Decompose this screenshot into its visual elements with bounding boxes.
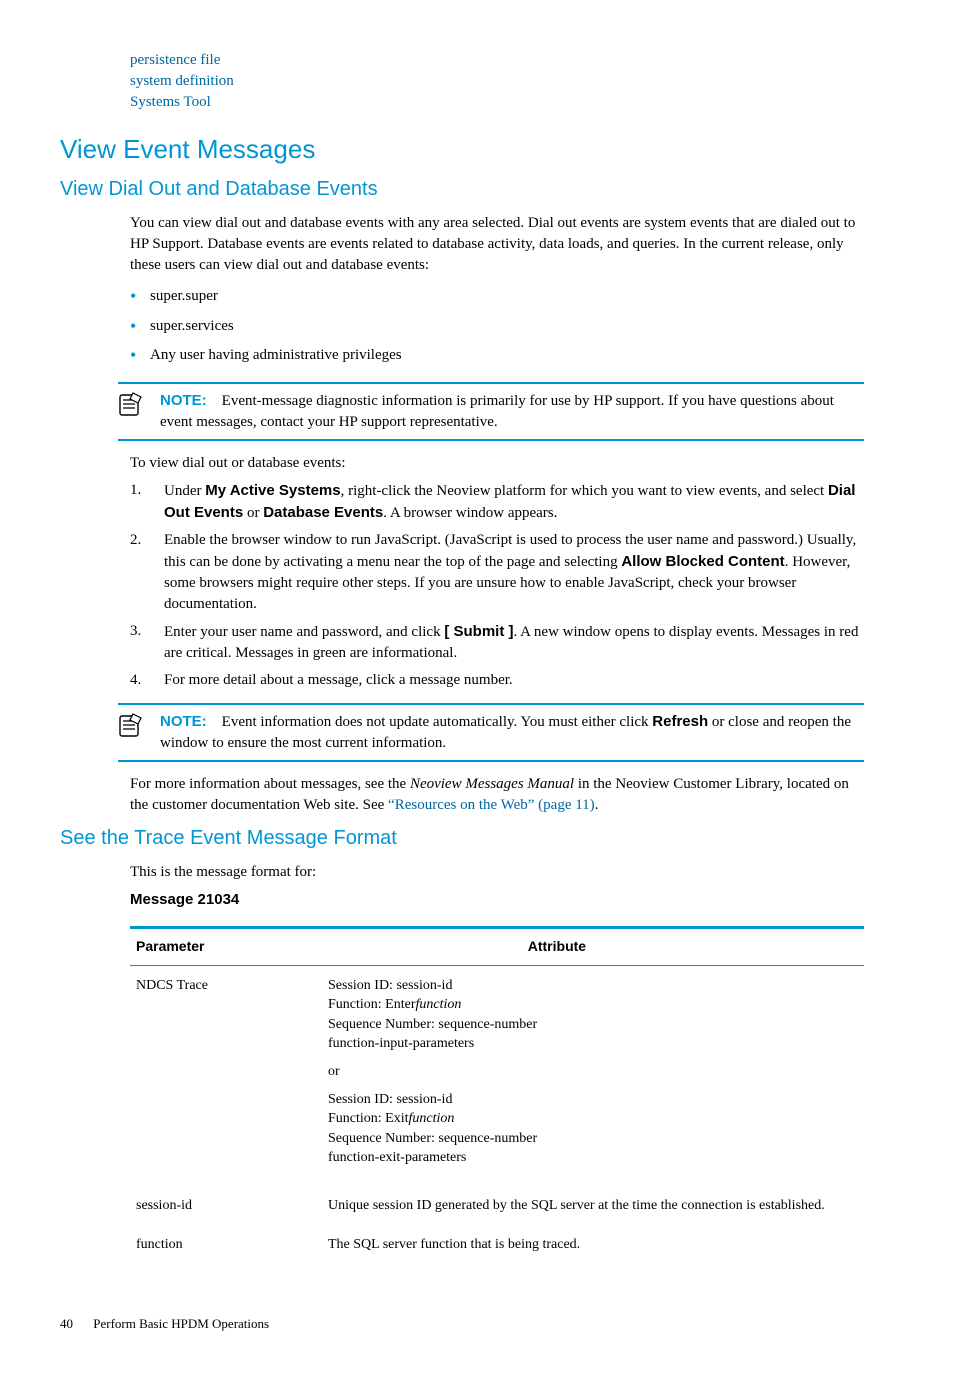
note-block: NOTE: Event-message diagnostic informati… [118,390,864,433]
note-divider [118,439,864,441]
param-cell: function [130,1225,322,1265]
format-intro: This is the message format for: [130,862,864,883]
link-systems-tool[interactable]: Systems Tool [130,94,211,110]
page-footer: 40 Perform Basic HPDM Operations [60,1315,894,1333]
intro-paragraph: You can view dial out and database event… [130,213,864,276]
note-text: Event information does not update automa… [160,714,851,751]
heading-view-event-messages: View Event Messages [60,131,894,167]
note-label: NOTE: [160,713,207,730]
step-number: 4. [130,670,164,691]
step-text: For more detail about a message, click a… [164,670,864,691]
step-number: 1. [130,480,164,524]
note-icon [118,713,146,746]
top-links-block: persistence file system definition Syste… [130,50,864,113]
attr-cell: Unique session ID generated by the SQL s… [322,1186,864,1226]
note-divider [118,703,864,705]
note-label: NOTE: [160,392,207,409]
params-table-wrap: Parameter Attribute NDCS Trace Session I… [130,926,864,1265]
note-icon [118,392,146,425]
list-item: Any user having administrative privilege… [150,341,864,370]
table-row: function The SQL server function that is… [130,1225,864,1265]
note-text: Event-message diagnostic information is … [160,393,834,430]
link-persistence-file[interactable]: persistence file [130,52,220,68]
step-text: Enter your user name and password, and c… [164,621,864,664]
step-text: Under My Active Systems, right-click the… [164,480,864,524]
note-divider [118,382,864,384]
params-table: Parameter Attribute [130,929,864,965]
lead-sentence: To view dial out or database events: [130,453,864,474]
note-text [210,714,221,730]
link-system-definition[interactable]: system definition [130,73,234,89]
heading-trace-event-format: See the Trace Event Message Format [60,824,894,852]
table-row: NDCS Trace Session ID: session-id Functi… [130,966,864,1186]
link-resources-web[interactable]: “Resources on the Web” (page 11) [388,797,595,813]
note-divider [118,760,864,762]
heading-view-dial-out: View Dial Out and Database Events [60,175,894,203]
message-number: Message 21034 [130,889,864,910]
table-header-parameter: Parameter [130,929,522,965]
step-text: Enable the browser window to run JavaScr… [164,530,864,615]
list-item: super.super [150,282,864,311]
steps-list: 1. Under My Active Systems, right-click … [130,480,864,691]
note-text [210,393,221,409]
param-cell: session-id [130,1186,322,1226]
chapter-title: Perform Basic HPDM Operations [93,1316,269,1331]
params-table-body: NDCS Trace Session ID: session-id Functi… [130,966,864,1266]
table-header-attribute: Attribute [522,929,864,965]
step-number: 2. [130,530,164,615]
param-cell: NDCS Trace [130,966,322,1186]
list-item: super.services [150,312,864,341]
note-block: NOTE: Event information does not update … [118,711,864,754]
page-number: 40 [60,1315,90,1333]
table-row: session-id Unique session ID generated b… [130,1186,864,1226]
attr-cell: The SQL server function that is being tr… [322,1225,864,1265]
more-info-paragraph: For more information about messages, see… [130,774,864,816]
user-list: super.super super.services Any user havi… [130,282,864,370]
step-number: 3. [130,621,164,664]
attr-cell: Session ID: session-id Function: Enterfu… [322,966,864,1186]
